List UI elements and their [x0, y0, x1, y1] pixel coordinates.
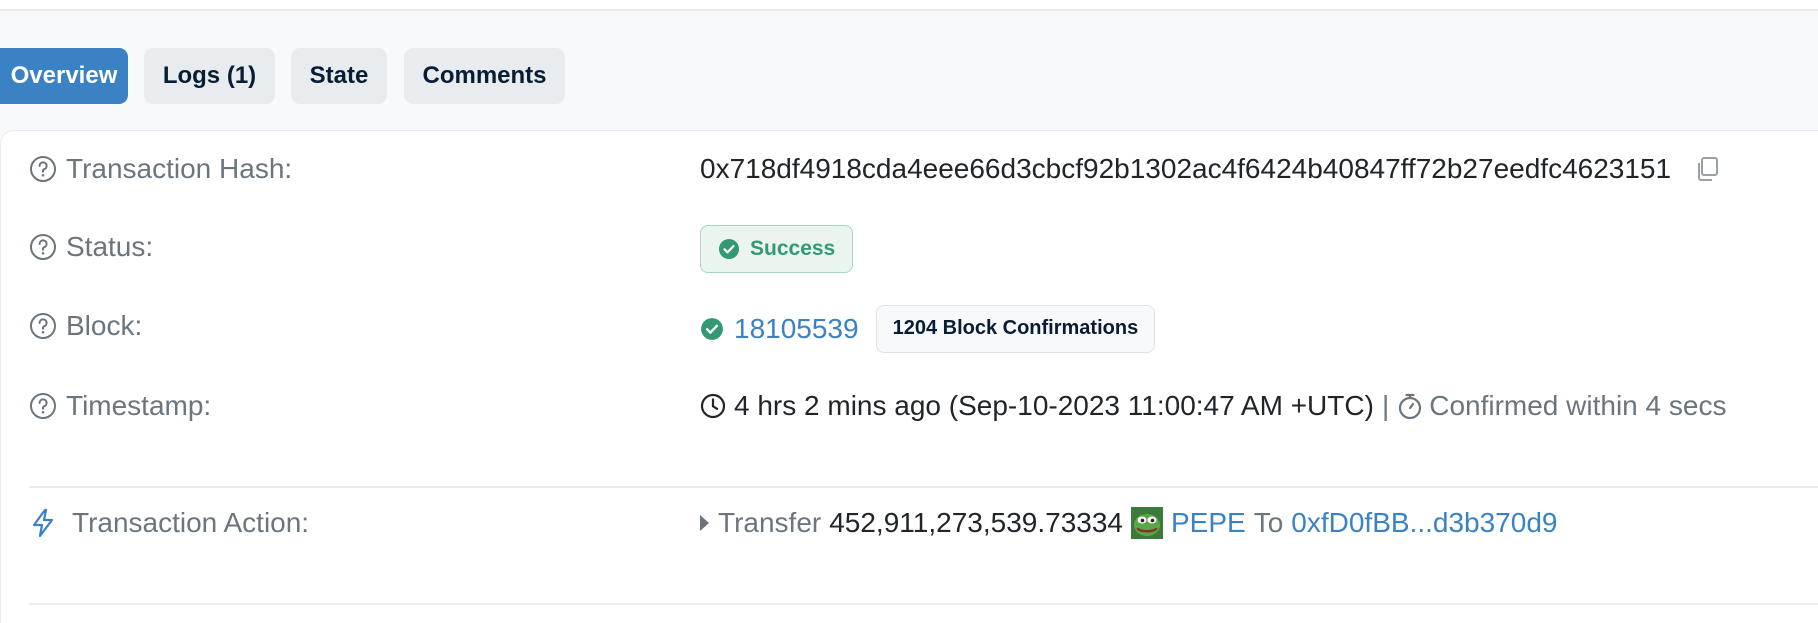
timestamp-confirmed: Confirmed within 4 secs	[1429, 390, 1727, 421]
token-link[interactable]: PEPE	[1171, 507, 1246, 539]
block-number-link[interactable]: 18105539	[734, 313, 859, 345]
tab-overview[interactable]: Overview	[0, 48, 128, 104]
block-label: Block:	[66, 310, 143, 341]
help-icon[interactable]	[29, 155, 57, 183]
tab-state[interactable]: State	[291, 48, 387, 104]
timestamp-relative: 4 hrs 2 mins ago (Sep-10-2023 11:00:47 A…	[734, 390, 1374, 421]
to-address-link[interactable]: 0xfD0fBB...d3b370d9	[1291, 507, 1557, 539]
status-badge: Success	[700, 224, 854, 273]
transaction-hash: 0x718df4918cda4eee66d3cbcf92b1302ac4f642…	[700, 153, 1672, 184]
copy-icon[interactable]	[1693, 155, 1721, 183]
action-verb: Transfer	[718, 507, 822, 538]
timestamp-label-row: Timestamp:	[29, 388, 211, 424]
action-label: Transaction Action:	[72, 507, 310, 538]
status-label: Status:	[66, 231, 154, 262]
action-amount: 452,911,273,539.73334	[829, 507, 1123, 538]
timestamp-label: Timestamp:	[66, 390, 212, 421]
clock-icon	[700, 393, 726, 419]
action-value-row: Transfer 452,911,273,539.73334 PEPE To 0…	[700, 505, 1557, 541]
hash-label-row: Transaction Hash:	[29, 151, 292, 187]
hash-label: Transaction Hash:	[66, 153, 293, 184]
block-confirmations-badge: 1204 Block Confirmations	[875, 304, 1156, 353]
section-divider	[29, 603, 1818, 605]
block-value-row: 18105539 1204 Block Confirmations	[700, 304, 1156, 353]
tab-logs[interactable]: Logs (1)	[144, 48, 275, 104]
status-value-row: Success	[700, 224, 854, 273]
help-icon[interactable]	[29, 233, 57, 261]
action-label-row: Transaction Action:	[29, 505, 309, 541]
timestamp-separator: |	[1381, 390, 1390, 421]
lightning-icon	[32, 508, 54, 538]
check-circle-icon	[701, 317, 723, 340]
section-divider	[29, 486, 1818, 488]
block-label-row: Block:	[29, 308, 142, 344]
status-label-row: Status:	[29, 229, 153, 265]
caret-right-icon[interactable]	[700, 515, 709, 531]
top-divider	[0, 0, 1818, 11]
help-icon[interactable]	[29, 392, 57, 420]
hash-value-row: 0x718df4918cda4eee66d3cbcf92b1302ac4f642…	[700, 151, 1721, 187]
overview-card: Transaction Hash: 0x718df4918cda4eee66d3…	[0, 130, 1818, 623]
status-text: Success	[750, 236, 836, 260]
timestamp-value-row: 4 hrs 2 mins ago (Sep-10-2023 11:00:47 A…	[700, 388, 1726, 424]
action-to-word: To	[1253, 507, 1284, 538]
check-circle-icon	[719, 238, 739, 259]
tab-comments[interactable]: Comments	[404, 48, 565, 104]
stopwatch-icon	[1399, 393, 1422, 420]
pepe-token-icon	[1131, 507, 1163, 539]
help-icon[interactable]	[29, 312, 57, 340]
